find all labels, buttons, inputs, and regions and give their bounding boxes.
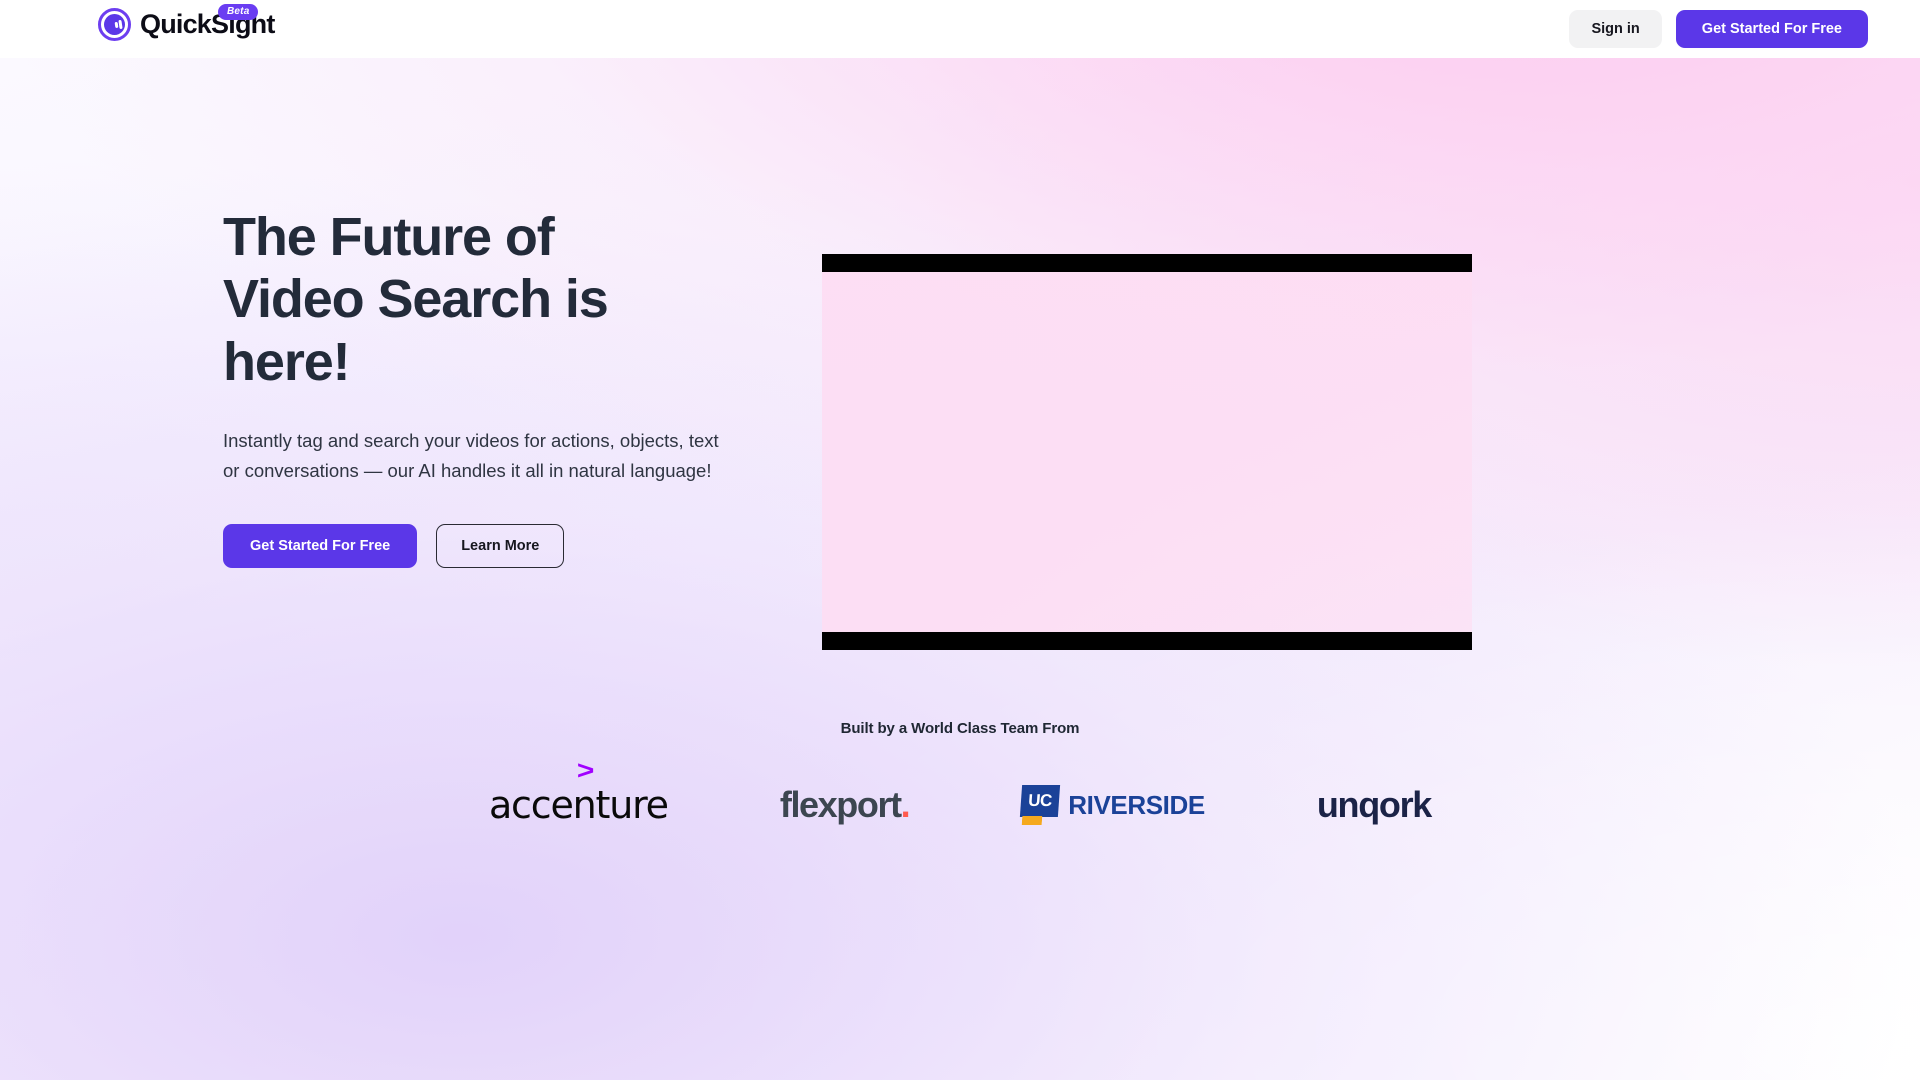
sign-in-button[interactable]: Sign in	[1569, 10, 1662, 48]
uc-shield-gold-accent	[1022, 816, 1043, 825]
partners-heading: Built by a World Class Team From	[840, 720, 1080, 737]
partner-logo-row: accenture > flexport. UC RIVERSIDE unqor…	[0, 757, 1920, 835]
video-letterbox-top	[822, 254, 1472, 272]
flexport-wordmark: flexport	[779, 784, 902, 825]
beta-badge: Beta	[218, 4, 259, 20]
hero-cta-row: Get Started For Free Learn More	[223, 524, 783, 569]
hero-video-player[interactable]	[822, 254, 1472, 650]
hero-get-started-button[interactable]: Get Started For Free	[223, 524, 418, 569]
camera-lens-icon	[98, 8, 131, 41]
video-letterbox-bottom	[822, 632, 1472, 650]
accenture-wordmark: accenture	[488, 783, 669, 827]
lens-glint-small-icon	[114, 21, 118, 29]
accenture-arrow-icon: >	[576, 755, 595, 785]
hero-headline: The Future of Video Search is here!	[223, 207, 609, 392]
partner-logo-uc-riverside: UC RIVERSIDE	[1020, 775, 1205, 835]
partner-logo-flexport: flexport.	[779, 775, 911, 835]
get-started-header-button[interactable]: Get Started For Free	[1675, 10, 1868, 48]
hero-copy-block: The Future of Video Search is here! Inst…	[223, 206, 783, 569]
uc-monogram: UC	[1027, 791, 1053, 810]
partners-section: Built by a World Class Team From accentu…	[0, 720, 1920, 835]
unqork-wordmark: unqork	[1316, 784, 1433, 825]
header-actions: Sign in Get Started For Free	[1569, 10, 1868, 48]
flexport-dot-icon: .	[900, 784, 911, 825]
partner-logo-accenture: accenture >	[488, 757, 669, 835]
hero-learn-more-button[interactable]: Learn More	[436, 524, 565, 569]
lens-glint-large-icon	[118, 19, 123, 30]
video-screen[interactable]	[822, 272, 1472, 632]
uc-shield-icon: UC	[1020, 785, 1061, 825]
partner-logo-unqork: unqork	[1316, 775, 1433, 835]
site-header: QuickSight Beta Sign in Get Started For …	[0, 0, 1920, 58]
riverside-wordmark: RIVERSIDE	[1068, 790, 1205, 820]
hero-section: The Future of Video Search is here! Inst…	[0, 58, 1920, 650]
hero-subtext: Instantly tag and search your videos for…	[223, 430, 719, 482]
